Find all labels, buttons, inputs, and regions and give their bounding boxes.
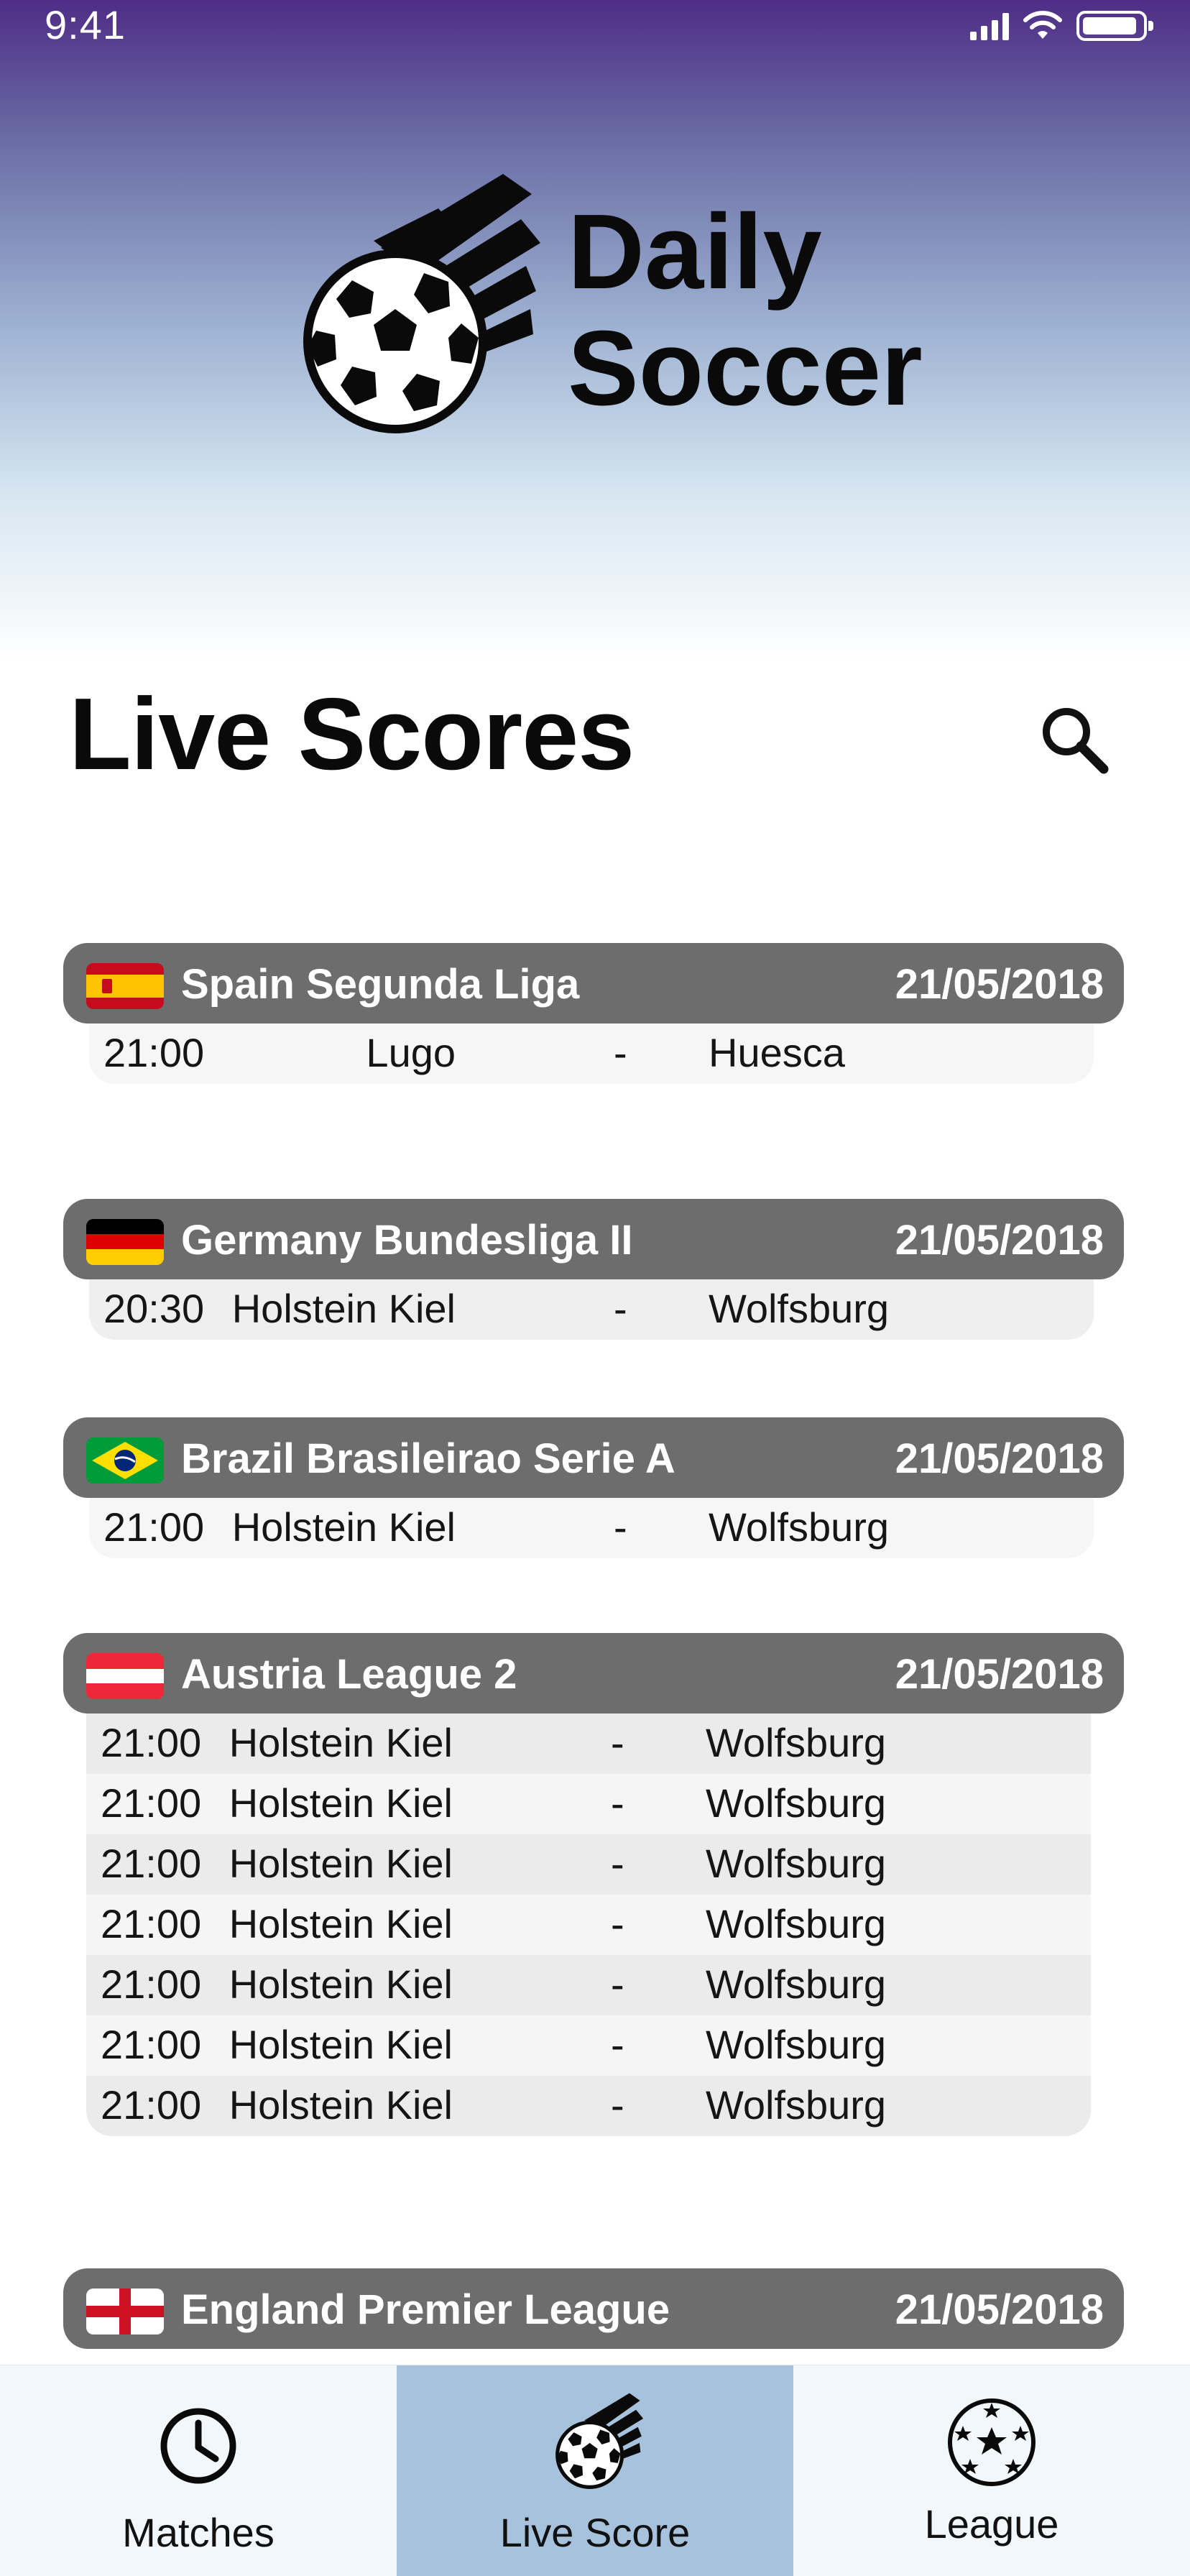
match-time: 20:30: [103, 1286, 205, 1331]
league-header-brazil[interactable]: Brazil Brasileirao Serie A 21/05/2018: [63, 1417, 1124, 1498]
wifi-icon: [1023, 11, 1062, 39]
home-team: Holstein Kiel: [229, 1720, 453, 1765]
home-team: Lugo: [366, 1030, 456, 1075]
home-team: Holstein Kiel: [229, 1901, 453, 1946]
match-time: 21:00: [103, 1030, 205, 1075]
spain-flag-icon: [86, 963, 164, 1009]
away-team: Wolfsburg: [709, 1504, 890, 1550]
tab-label: League: [924, 2501, 1059, 2547]
status-time: 9:41: [45, 2, 126, 47]
flying-ball-icon: [555, 2393, 644, 2489]
away-team: Wolfsburg: [706, 1841, 887, 1886]
league-date: 21/05/2018: [895, 1651, 1104, 1698]
match-list-austria: 21:00 Holstein Kiel - Wolfsburg 21:00 Ho…: [86, 1714, 1091, 2136]
app-root: 9:41 Daily Soccer Live Scores Spain Segu…: [0, 0, 1190, 2576]
away-team: Wolfsburg: [709, 1286, 890, 1331]
home-team: Holstein Kiel: [229, 1841, 453, 1886]
status-icons: [970, 10, 1153, 42]
logo-line-1: Daily: [568, 193, 822, 311]
home-team: Holstein Kiel: [229, 1961, 453, 2007]
search-icon[interactable]: [1035, 700, 1114, 779]
score-separator: -: [611, 1720, 624, 1765]
battery-icon: [1076, 11, 1153, 41]
league-date: 21/05/2018: [895, 961, 1104, 1008]
league-header-germany[interactable]: Germany Bundesliga II 21/05/2018: [63, 1199, 1124, 1279]
league-name: Spain Segunda Liga: [181, 961, 580, 1008]
score-separator: -: [614, 1504, 627, 1550]
league-date: 21/05/2018: [895, 2286, 1104, 2333]
match-row[interactable]: 21:00 Holstein Kiel - Wolfsburg: [86, 1834, 1091, 1895]
league-name: England Premier League: [181, 2286, 670, 2333]
league-header-austria[interactable]: Austria League 2 21/05/2018: [63, 1633, 1124, 1714]
match-row[interactable]: 21:00 Lugo - Huesca: [89, 1024, 1094, 1084]
score-separator: -: [611, 1841, 624, 1886]
home-team: Holstein Kiel: [229, 2022, 453, 2067]
away-team: Wolfsburg: [706, 1720, 887, 1765]
match-row[interactable]: 21:00 Holstein Kiel - Wolfsburg: [86, 2076, 1091, 2136]
score-separator: -: [614, 1286, 627, 1331]
away-team: Huesca: [709, 1030, 845, 1075]
match-time: 21:00: [101, 1961, 202, 2007]
match-time: 21:00: [101, 1780, 202, 1826]
match-row[interactable]: 20:30 Holstein Kiel - Wolfsburg: [89, 1279, 1094, 1340]
flying-ball-logo-icon: [303, 174, 540, 433]
league-name: Austria League 2: [181, 1651, 517, 1698]
status-bar: 9:41: [0, 0, 1190, 50]
clock-icon: [160, 2408, 236, 2484]
match-row[interactable]: 21:00 Holstein Kiel - Wolfsburg: [86, 1714, 1091, 1774]
match-row[interactable]: 21:00 Holstein Kiel - Wolfsburg: [86, 2015, 1091, 2076]
match-row[interactable]: 21:00 Holstein Kiel - Wolfsburg: [86, 1955, 1091, 2015]
bottom-tab-bar: Matches Live Score League: [0, 2365, 1190, 2576]
away-team: Wolfsburg: [706, 1961, 887, 2007]
score-separator: -: [611, 1961, 624, 2007]
logo-line-2: Soccer: [568, 309, 923, 428]
league-header-england[interactable]: England Premier League 21/05/2018: [63, 2268, 1124, 2349]
tab-label: Live Score: [499, 2510, 691, 2555]
league-name: Brazil Brasileirao Serie A: [181, 1435, 675, 1482]
match-time: 21:00: [101, 2022, 202, 2067]
star-ball-icon: [948, 2398, 1036, 2486]
home-team: Holstein Kiel: [229, 1780, 453, 1826]
match-row[interactable]: 21:00 Holstein Kiel - Wolfsburg: [86, 1895, 1091, 1955]
tab-matches[interactable]: Matches: [0, 2365, 397, 2576]
england-flag-icon: [86, 2288, 164, 2334]
match-list-spain: 21:00 Lugo - Huesca: [89, 1024, 1094, 1084]
austria-flag-icon: [86, 1653, 164, 1699]
league-date: 21/05/2018: [895, 1435, 1104, 1482]
match-row[interactable]: 21:00 Holstein Kiel - Wolfsburg: [89, 1498, 1094, 1558]
score-separator: -: [611, 1901, 624, 1946]
tab-label: Matches: [122, 2510, 275, 2555]
brazil-flag-icon: [86, 1438, 164, 1484]
match-time: 21:00: [101, 1841, 202, 1886]
match-time: 21:00: [103, 1504, 205, 1550]
tab-live-score[interactable]: Live Score: [397, 2365, 793, 2576]
match-row[interactable]: 21:00 Holstein Kiel - Wolfsburg: [86, 1774, 1091, 1834]
tab-league[interactable]: League: [793, 2365, 1190, 2576]
match-time: 21:00: [101, 1720, 202, 1765]
away-team: Wolfsburg: [706, 1901, 887, 1946]
score-separator: -: [611, 1780, 624, 1826]
away-team: Wolfsburg: [706, 2082, 887, 2128]
league-name: Germany Bundesliga II: [181, 1217, 633, 1264]
score-separator: -: [614, 1030, 627, 1075]
app-logo-text: Daily Soccer: [568, 194, 923, 427]
away-team: Wolfsburg: [706, 1780, 887, 1826]
match-list-brazil: 21:00 Holstein Kiel - Wolfsburg: [89, 1498, 1094, 1558]
home-team: Holstein Kiel: [229, 2082, 453, 2128]
germany-flag-icon: [86, 1219, 164, 1265]
league-header-spain[interactable]: Spain Segunda Liga 21/05/2018: [63, 943, 1124, 1024]
home-team: Holstein Kiel: [231, 1504, 456, 1550]
match-time: 21:00: [101, 1901, 202, 1946]
match-list-germany: 20:30 Holstein Kiel - Wolfsburg: [89, 1279, 1094, 1340]
home-team: Holstein Kiel: [231, 1286, 456, 1331]
score-separator: -: [611, 2022, 624, 2067]
away-team: Wolfsburg: [706, 2022, 887, 2067]
league-date: 21/05/2018: [895, 1217, 1104, 1264]
score-separator: -: [611, 2082, 624, 2128]
match-time: 21:00: [101, 2082, 202, 2128]
page-title: Live Scores: [69, 677, 635, 791]
cellular-signal-icon: [970, 12, 1009, 40]
